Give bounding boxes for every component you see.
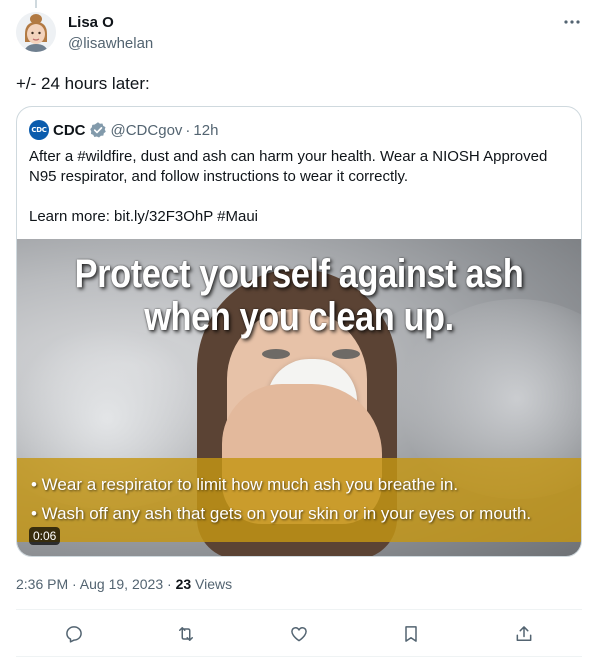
- action-bar: [16, 620, 582, 648]
- person-eye-left: [262, 349, 290, 359]
- quoted-separator: ·: [185, 121, 191, 139]
- video-headline-line1: Protect yourself against ash: [74, 252, 524, 296]
- quoted-text-line2: Learn more: bit.ly/32F3OhP #Maui: [29, 208, 259, 225]
- video-headline-line2: when you clean up.: [144, 295, 454, 339]
- share-icon: [516, 626, 532, 641]
- avatar[interactable]: [16, 12, 56, 52]
- quoted-display-name: CDC: [53, 121, 86, 139]
- divider: [16, 609, 582, 610]
- like-icon: [291, 627, 307, 642]
- author-handle[interactable]: @lisawhelan: [68, 34, 153, 54]
- author-display-name[interactable]: Lisa O: [68, 13, 153, 32]
- quoted-time[interactable]: 12h: [193, 122, 218, 139]
- verified-badge-icon: [89, 122, 106, 138]
- views-count[interactable]: 23: [176, 576, 192, 592]
- views-label: Views: [191, 576, 233, 592]
- person-eye-right: [332, 349, 360, 359]
- bookmark-button[interactable]: [397, 620, 425, 648]
- meta-separator: ·: [163, 576, 176, 592]
- quoted-text-line1: After a #wildfire, dust and ash can harm…: [29, 148, 548, 185]
- retweet-button[interactable]: [172, 620, 200, 648]
- tweet-text: +/- 24 hours later:: [16, 74, 150, 93]
- like-button[interactable]: [285, 620, 313, 648]
- bookmark-icon: [405, 626, 417, 642]
- video-bullet-1: • Wear a respirator to limit how much as…: [31, 475, 459, 494]
- tweet-header: Lisa O @lisawhelan: [16, 10, 582, 54]
- cdc-logo-avatar: CDC: [29, 120, 49, 140]
- author-names: Lisa O @lisawhelan: [68, 13, 153, 54]
- reply-icon: [66, 626, 82, 643]
- quoted-header: CDC CDC @CDCgov · 12h: [29, 119, 218, 141]
- video-duration: 0:06: [29, 527, 61, 545]
- tweet-timestamp[interactable]: 2:36 PM · Aug 19, 2023: [16, 576, 163, 592]
- quoted-text: After a #wildfire, dust and ash can harm…: [29, 147, 564, 227]
- retweet-icon: [179, 627, 193, 641]
- thread-connector: [35, 0, 37, 8]
- video-bullet-2: • Wash off any ash that gets on your ski…: [31, 504, 532, 523]
- caption-band: [17, 458, 581, 542]
- quoted-tweet[interactable]: CDC CDC @CDCgov · 12h After a #wildfire,…: [16, 106, 582, 557]
- share-button[interactable]: [510, 620, 538, 648]
- tweet-meta: 2:36 PM · Aug 19, 2023 · 23 Views: [16, 574, 232, 594]
- reply-button[interactable]: [60, 620, 88, 648]
- quoted-handle: @CDCgov: [110, 121, 183, 139]
- more-icon[interactable]: [562, 12, 582, 32]
- quoted-video[interactable]: Protect yourself against ash when you cl…: [17, 239, 581, 556]
